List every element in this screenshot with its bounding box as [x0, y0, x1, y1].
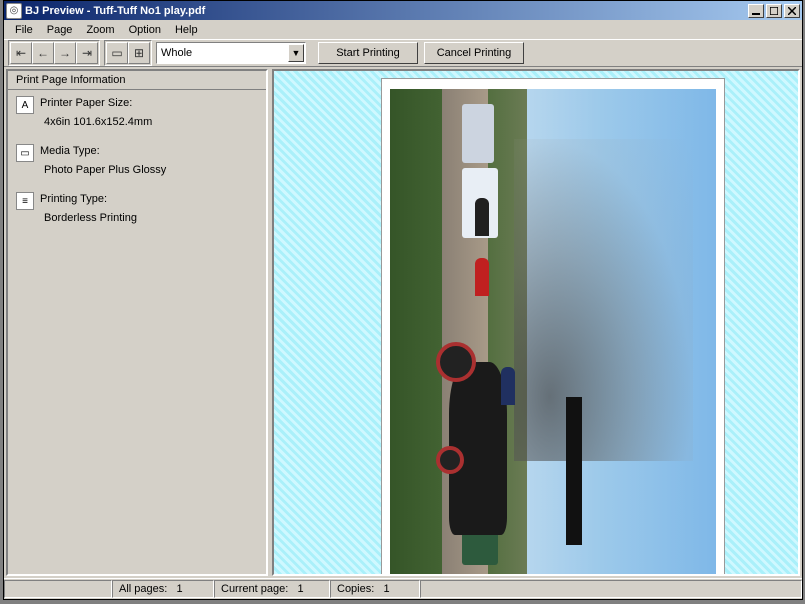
- copies-value: 1: [383, 583, 389, 595]
- statusbar: All pages: 1 Current page: 1 Copies: 1: [4, 578, 802, 599]
- sidebar: Print Page Information A Printer Paper S…: [6, 69, 268, 576]
- first-page-button[interactable]: ⇤: [10, 42, 32, 64]
- menubar: File Page Zoom Option Help: [4, 20, 802, 39]
- status-all-pages: All pages: 1: [112, 580, 214, 598]
- media-type-row: ▭ Media Type:: [8, 138, 266, 164]
- preview-image: [390, 89, 716, 576]
- chevron-down-icon: ▼: [292, 48, 301, 58]
- view-group: ▭ ⊞: [104, 40, 152, 66]
- app-window: ◎ BJ Preview - Tuff-Tuff No1 play.pdf Fi…: [3, 0, 803, 600]
- grid-icon: ⊞: [134, 46, 144, 60]
- menu-page[interactable]: Page: [40, 22, 80, 38]
- window-buttons: [746, 4, 800, 18]
- status-spacer: [420, 580, 802, 598]
- last-page-button[interactable]: ⇥: [76, 42, 98, 64]
- printing-type-row: ≡ Printing Type:: [8, 186, 266, 212]
- media-type-label: Media Type:: [40, 144, 100, 162]
- page-icon: ▭: [111, 46, 122, 60]
- menu-zoom[interactable]: Zoom: [79, 22, 121, 38]
- close-icon: [788, 7, 796, 15]
- body: Print Page Information A Printer Paper S…: [4, 67, 802, 578]
- cancel-printing-button[interactable]: Cancel Printing: [424, 42, 524, 64]
- media-type-icon: ▭: [16, 144, 34, 162]
- preview-page: [382, 79, 724, 576]
- app-icon: ◎: [6, 3, 22, 19]
- paper-size-row: A Printer Paper Size:: [8, 90, 266, 116]
- current-page-value: 1: [297, 583, 303, 595]
- paper-size-value: 4x6in 101.6x152.4mm: [8, 116, 266, 138]
- first-page-icon: ⇤: [16, 46, 26, 60]
- preview-area[interactable]: [272, 69, 800, 576]
- all-pages-value: 1: [176, 583, 182, 595]
- toolbar: ⇤ ← → ⇥ ▭ ⊞ Whole ▼ Start Printing Cance…: [4, 39, 802, 67]
- media-type-value: Photo Paper Plus Glossy: [8, 164, 266, 186]
- minimize-button[interactable]: [748, 4, 764, 18]
- printing-type-label: Printing Type:: [40, 192, 107, 210]
- start-printing-button[interactable]: Start Printing: [318, 42, 418, 64]
- view-single-button[interactable]: ▭: [106, 42, 128, 64]
- copies-label: Copies:: [337, 583, 374, 595]
- window-title: BJ Preview - Tuff-Tuff No1 play.pdf: [25, 5, 205, 17]
- nav-group: ⇤ ← → ⇥: [8, 40, 100, 66]
- current-page-label: Current page:: [221, 583, 288, 595]
- maximize-icon: [770, 7, 778, 15]
- menu-help[interactable]: Help: [168, 22, 205, 38]
- titlebar[interactable]: ◎ BJ Preview - Tuff-Tuff No1 play.pdf: [4, 1, 802, 20]
- prev-page-button[interactable]: ←: [32, 42, 54, 64]
- paper-size-icon: A: [16, 96, 34, 114]
- last-page-icon: ⇥: [82, 46, 92, 60]
- printing-type-value: Borderless Printing: [8, 212, 266, 234]
- next-page-button[interactable]: →: [54, 42, 76, 64]
- arrow-left-icon: ←: [37, 46, 49, 60]
- printing-type-icon: ≡: [16, 192, 34, 210]
- menu-file[interactable]: File: [8, 22, 40, 38]
- arrow-right-icon: →: [59, 46, 71, 60]
- menu-option[interactable]: Option: [122, 22, 168, 38]
- status-grip: [4, 580, 112, 598]
- zoom-value: Whole: [161, 47, 192, 59]
- all-pages-label: All pages:: [119, 583, 167, 595]
- zoom-select[interactable]: Whole ▼: [156, 42, 306, 64]
- view-multi-button[interactable]: ⊞: [128, 42, 150, 64]
- minimize-icon: [752, 7, 760, 15]
- sidebar-header: Print Page Information: [8, 71, 266, 90]
- close-button[interactable]: [784, 4, 800, 18]
- status-copies: Copies: 1: [330, 580, 420, 598]
- status-current-page: Current page: 1: [214, 580, 330, 598]
- paper-size-label: Printer Paper Size:: [40, 96, 132, 114]
- zoom-dropdown-button[interactable]: ▼: [288, 44, 304, 62]
- maximize-button[interactable]: [766, 4, 782, 18]
